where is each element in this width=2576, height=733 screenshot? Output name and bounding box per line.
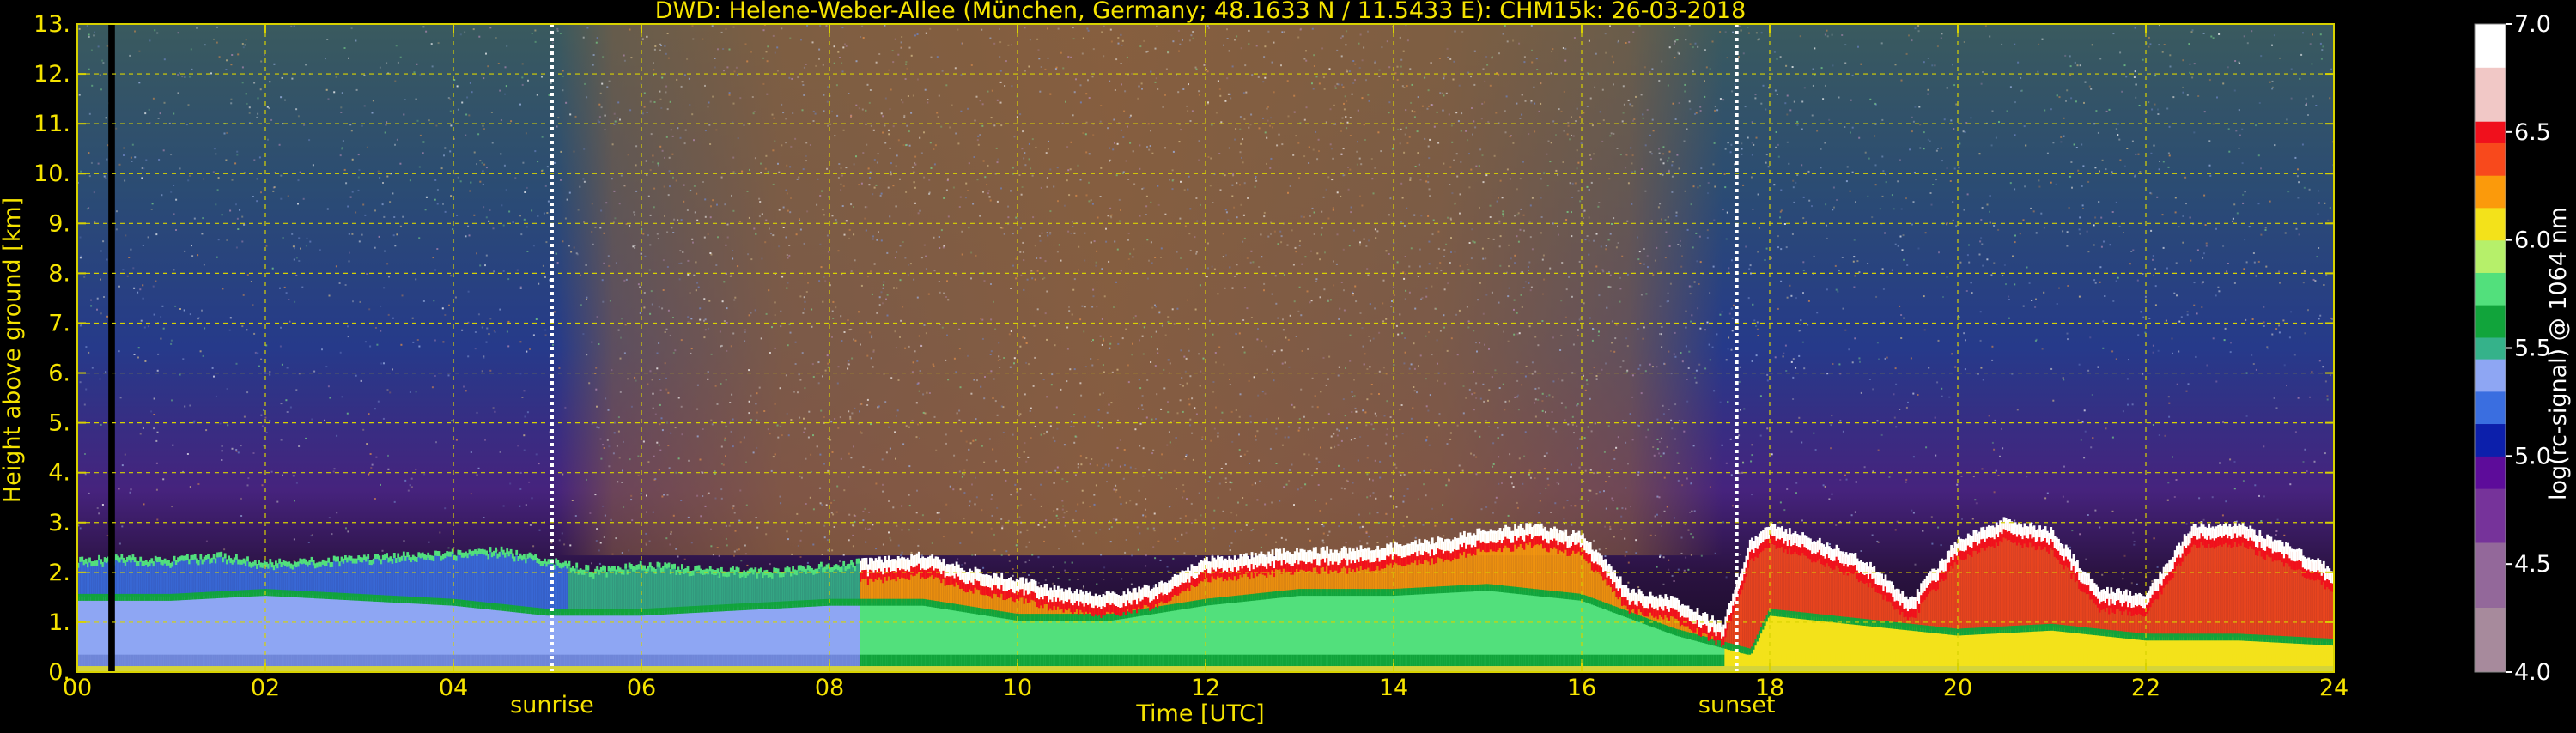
colorbar-tick-label-0: 4.0 <box>2514 659 2551 686</box>
y-tick-label-7: 7. <box>48 310 70 336</box>
colorbar-segment-15 <box>2475 67 2506 121</box>
colorbar-segment-16 <box>2475 24 2506 68</box>
colorbar-label: log(rc-signal) @ 1064 nm <box>2545 207 2572 500</box>
y-tick-label-3: 3. <box>48 510 70 536</box>
plot-area <box>77 24 2336 672</box>
y-tick-label-6: 6. <box>48 360 70 387</box>
y-tick-label-10: 10. <box>33 161 70 187</box>
colorbar-segment-7 <box>2475 337 2506 360</box>
x-tick-label-6: 12 <box>1191 675 1220 701</box>
colorbar-segment-8 <box>2475 305 2506 337</box>
y-tick-label-0: 0. <box>48 659 70 686</box>
data-gap-0 <box>108 24 115 672</box>
heatmap-canvas <box>77 24 2336 672</box>
colorbar-segment-14 <box>2475 121 2506 143</box>
x-axis-label: Time [UTC] <box>1135 700 1264 727</box>
colorbar-tick-label-6: 7.0 <box>2514 11 2551 38</box>
x-tick-label-5: 10 <box>1003 675 1032 701</box>
x-tick-label-10: 20 <box>1943 675 1972 701</box>
y-tick-label-2: 2. <box>48 560 70 586</box>
y-tick-label-8: 8. <box>48 260 70 287</box>
sunrise-marker-label: sunrise <box>510 692 594 718</box>
colorbar-segment-3 <box>2475 456 2506 488</box>
x-tick-label-7: 14 <box>1379 675 1408 701</box>
x-tick-label-11: 22 <box>2131 675 2160 701</box>
colorbar-segment-2 <box>2475 488 2506 542</box>
x-tick-label-2: 04 <box>439 675 468 701</box>
colorbar-segment-12 <box>2475 175 2506 208</box>
y-tick-label-5: 5. <box>48 410 70 437</box>
y-tick-label-4: 4. <box>48 460 70 487</box>
x-tick-label-3: 06 <box>627 675 656 701</box>
colorbar-segment-13 <box>2475 142 2506 175</box>
ceilometer-heatmap-chart: DWD: Helene-Weber-Allee (München, German… <box>0 0 2576 730</box>
y-tick-label-12: 12. <box>33 61 70 88</box>
lidar-chart-figure: DWD: Helene-Weber-Allee (München, German… <box>0 0 2576 730</box>
colorbar-tick-label-5: 6.5 <box>2514 119 2551 146</box>
colorbar-tick-label-1: 4.5 <box>2514 551 2551 578</box>
colorbar-segment-0 <box>2475 608 2506 673</box>
colorbar-segment-10 <box>2475 240 2506 273</box>
x-tick-label-1: 02 <box>251 675 280 701</box>
y-tick-label-9: 9. <box>48 210 70 237</box>
colorbar-segment-4 <box>2475 424 2506 457</box>
y-tick-label-11: 11. <box>33 111 70 137</box>
y-axis-label: Height above ground [km] <box>0 197 26 503</box>
chart-title: DWD: Helene-Weber-Allee (München, German… <box>655 0 1747 24</box>
colorbar-segment-9 <box>2475 272 2506 305</box>
x-tick-label-9: 18 <box>1755 675 1784 701</box>
x-tick-label-12: 24 <box>2319 675 2348 701</box>
colorbar-segment-6 <box>2475 359 2506 391</box>
y-tick-label-1: 1. <box>48 609 70 636</box>
x-tick-label-4: 08 <box>815 675 844 701</box>
colorbar-segment-11 <box>2475 208 2506 240</box>
y-tick-label-13: 13. <box>33 11 70 38</box>
x-tick-label-8: 16 <box>1567 675 1596 701</box>
colorbar-segment-5 <box>2475 391 2506 424</box>
colorbar-segment-1 <box>2475 542 2506 608</box>
